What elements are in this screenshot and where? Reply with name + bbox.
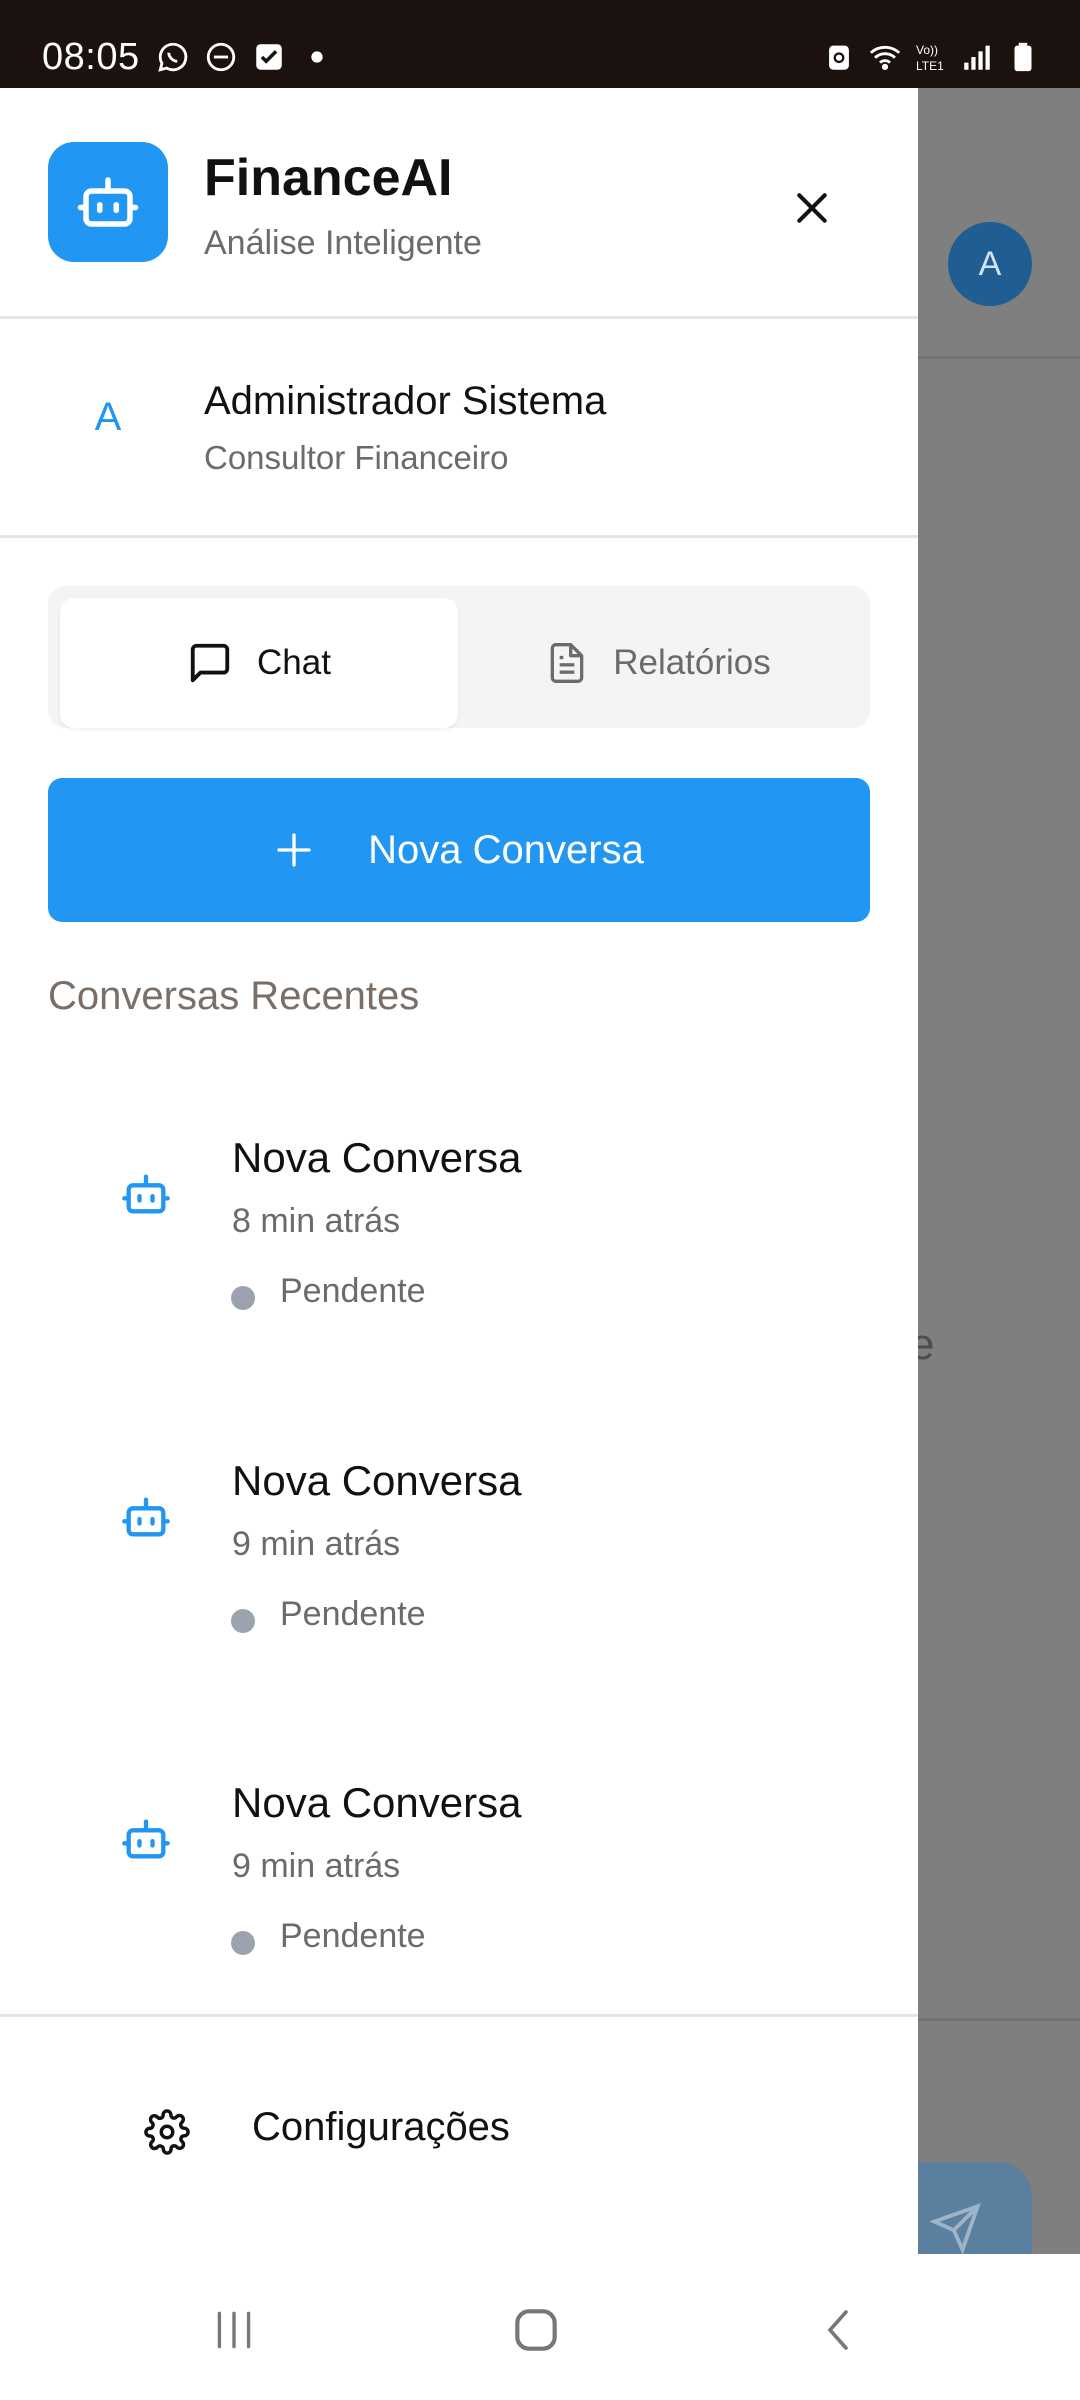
back-icon xyxy=(827,2310,848,2350)
volte-icon: Vo)) LTE1 xyxy=(916,43,944,73)
conversation-title: Nova Conversa xyxy=(232,1457,522,1504)
new-conversation-button[interactable]: Nova Conversa xyxy=(48,778,870,922)
lte-label: LTE1 xyxy=(916,59,944,73)
background-avatar: A xyxy=(948,222,1032,306)
tab-chat[interactable]: Chat xyxy=(60,598,458,728)
close-icon xyxy=(797,193,827,223)
status-dot xyxy=(231,1609,255,1633)
robot-icon xyxy=(122,1819,170,1859)
new-conversation-label: Nova Conversa xyxy=(368,827,644,872)
recent-apps-button[interactable] xyxy=(204,2302,264,2358)
conversation-item[interactable]: Nova Conversa 8 min atrás Pendente xyxy=(0,1108,918,1408)
back-button[interactable] xyxy=(810,2302,870,2358)
conversation-item[interactable]: Nova Conversa 9 min atrás Pendente xyxy=(0,1431,918,1731)
conversation-title: Nova Conversa xyxy=(232,1134,522,1181)
dot-icon xyxy=(311,51,323,63)
conversation-time: 9 min atrás xyxy=(232,1525,401,1563)
status-time: 08:05 xyxy=(42,36,140,78)
wifi-icon xyxy=(869,45,901,71)
robot-icon xyxy=(122,1174,170,1214)
document-icon xyxy=(550,643,584,683)
tab-bar: Chat Relatórios xyxy=(48,586,870,728)
close-drawer-button[interactable] xyxy=(780,176,844,240)
navigation-drawer: FinanceAI Análise Inteligente A Administ… xyxy=(0,88,918,2254)
drawer-header: FinanceAI Análise Inteligente xyxy=(0,88,918,319)
status-dot xyxy=(231,1931,255,1955)
status-left-icons xyxy=(156,40,334,74)
conversation-status: Pendente xyxy=(280,1595,426,1633)
status-right-icons: Vo)) LTE1 xyxy=(822,40,1040,74)
conversation-status: Pendente xyxy=(280,1272,426,1310)
gear-icon xyxy=(144,2109,190,2155)
send-icon xyxy=(930,2203,981,2254)
recent-conversations-title: Conversas Recentes xyxy=(48,974,420,1018)
recent-apps-icon xyxy=(217,2311,251,2349)
whatsapp-icon xyxy=(158,42,188,72)
checkbox-icon xyxy=(256,44,282,70)
robot-icon xyxy=(77,177,139,227)
status-bar: 08:05 Vo)) LTE1 xyxy=(0,0,1080,88)
user-profile: A Administrador Sistema Consultor Financ… xyxy=(0,319,918,538)
conversation-time: 9 min atrás xyxy=(232,1847,401,1885)
user-avatar: A xyxy=(94,394,122,439)
user-role: Consultor Financeiro xyxy=(204,439,509,476)
tab-chat-label: Chat xyxy=(257,643,331,682)
plus-icon xyxy=(277,833,311,867)
volte-label: Vo)) xyxy=(916,43,938,57)
home-icon xyxy=(515,2309,557,2351)
system-navigation-bar xyxy=(0,2254,1080,2400)
signal-icon xyxy=(964,45,990,70)
conversation-item[interactable]: Nova Conversa 9 min atrás Pendente xyxy=(0,1753,918,2053)
user-name: Administrador Sistema xyxy=(204,379,607,423)
status-dot xyxy=(231,1286,255,1310)
conversation-time: 8 min atrás xyxy=(232,1202,401,1240)
tab-relatorios-label: Relatórios xyxy=(613,643,771,682)
app-subtitle: Análise Inteligente xyxy=(204,224,482,262)
battery-saver-icon xyxy=(829,45,849,70)
robot-icon xyxy=(122,1497,170,1537)
tab-relatorios[interactable]: Relatórios xyxy=(458,598,858,728)
conversation-title: Nova Conversa xyxy=(232,1779,522,1826)
settings-button[interactable]: Configurações xyxy=(0,2014,918,2257)
battery-icon xyxy=(1014,42,1032,72)
do-not-disturb-icon xyxy=(206,42,236,72)
app-title: FinanceAI xyxy=(204,149,453,207)
app-logo xyxy=(48,142,168,262)
settings-label: Configurações xyxy=(252,2105,510,2149)
home-button[interactable] xyxy=(506,2302,566,2358)
background-divider xyxy=(918,356,1080,359)
chat-bubble-icon xyxy=(190,643,230,683)
background-divider-bottom xyxy=(918,2018,1080,2021)
conversation-status: Pendente xyxy=(280,1917,426,1955)
